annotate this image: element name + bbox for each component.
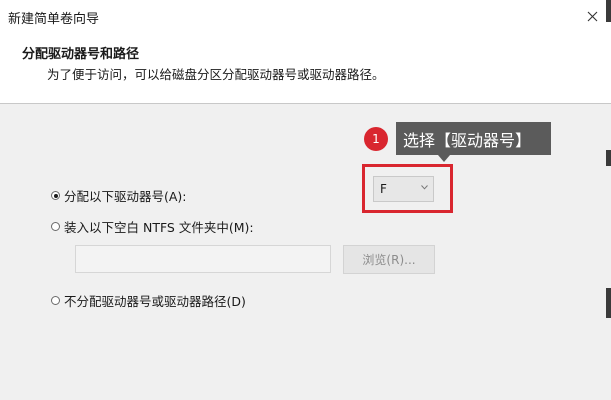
chevron-down-icon	[421, 185, 428, 190]
window-title: 新建简单卷向导	[8, 12, 100, 27]
radio-dot[interactable]	[51, 191, 60, 200]
title-bar: 新建简单卷向导	[0, 0, 611, 32]
select-value: F	[380, 182, 387, 196]
window-edge-mark	[606, 150, 611, 166]
radio-no-assign[interactable]: 不分配驱动器号或驱动器路径(D)	[51, 291, 246, 310]
radio-label: 装入以下空白 NTFS 文件夹中(M):	[64, 220, 254, 235]
step-number-badge: 1	[364, 127, 388, 151]
page-subtitle: 为了便于访问，可以给磁盘分区分配驱动器号或驱动器路径。	[47, 67, 385, 82]
radio-label: 分配以下驱动器号(A):	[64, 189, 187, 204]
page-header: 分配驱动器号和路径 为了便于访问，可以给磁盘分区分配驱动器号或驱动器路径。	[0, 32, 611, 104]
folder-path-input[interactable]	[75, 245, 331, 273]
radio-mount-folder[interactable]: 装入以下空白 NTFS 文件夹中(M):	[51, 217, 254, 236]
radio-dot[interactable]	[51, 222, 60, 231]
tooltip-text: 选择【驱动器号】	[403, 130, 532, 150]
radio-label: 不分配驱动器号或驱动器路径(D)	[64, 294, 246, 309]
wizard-window: 新建简单卷向导 分配驱动器号和路径 为了便于访问，可以给磁盘分区分配驱动器号或驱…	[0, 0, 611, 400]
page-title: 分配驱动器号和路径	[22, 47, 140, 62]
radio-dot[interactable]	[51, 296, 60, 305]
close-icon	[587, 11, 598, 21]
instruction-tooltip: 选择【驱动器号】	[396, 122, 551, 162]
drive-letter-select[interactable]: F	[373, 176, 434, 202]
window-edge-mark	[606, 288, 611, 318]
window-edge-mark	[606, 0, 611, 22]
browse-button[interactable]: 浏览(R)...	[343, 245, 435, 274]
radio-assign-letter[interactable]: 分配以下驱动器号(A):	[51, 186, 187, 205]
